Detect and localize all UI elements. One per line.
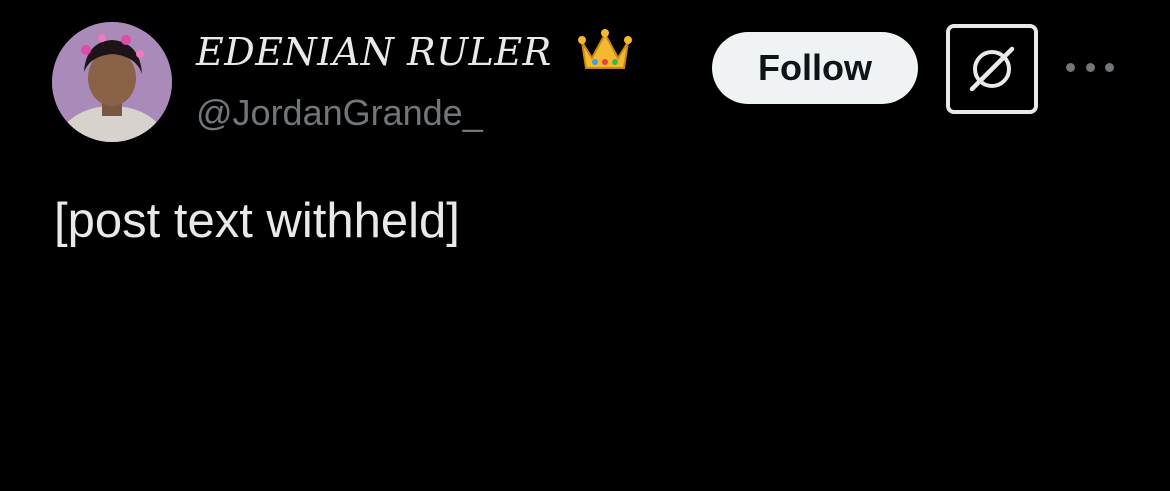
grok-icon[interactable] [946, 24, 1038, 114]
handle[interactable]: @JordanGrande_ [196, 92, 483, 134]
display-name[interactable]: EDENIAN RULER [196, 30, 552, 74]
tweet: EDENIAN RULER @JordanGrande_ Follow [pos… [0, 0, 1170, 491]
follow-button[interactable]: Follow [712, 32, 918, 104]
crown-icon [578, 28, 632, 79]
tweet-text: [post text withheld] [54, 194, 460, 248]
avatar[interactable] [52, 22, 172, 142]
more-options-icon[interactable] [1066, 52, 1114, 82]
avatar-image [52, 22, 172, 142]
